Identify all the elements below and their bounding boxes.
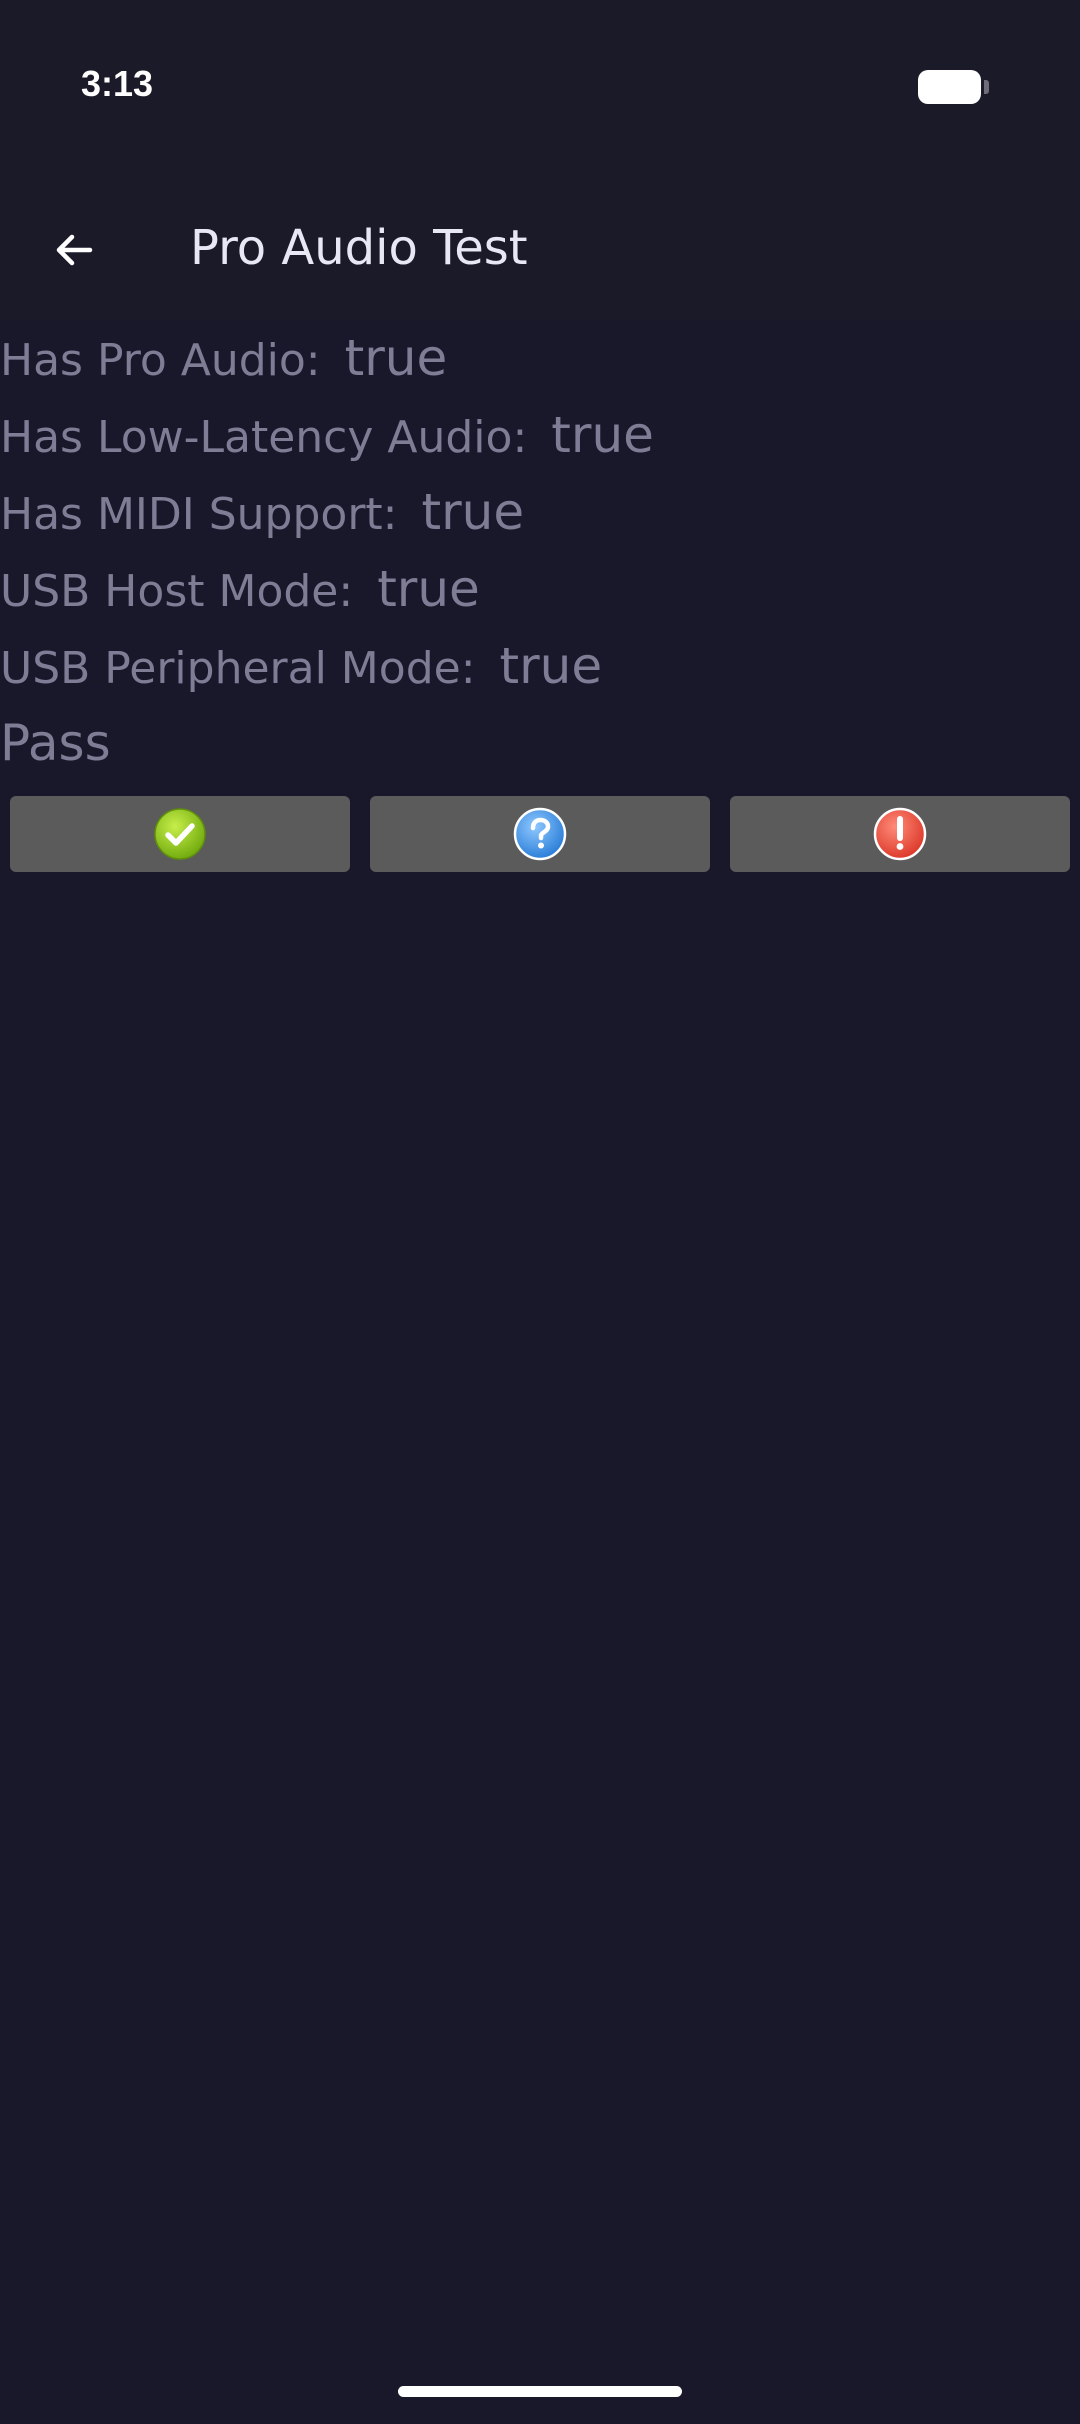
arrow-left-icon <box>56 234 93 266</box>
result-button-row <box>0 796 1080 872</box>
info-value: true <box>499 637 603 695</box>
test-results: Has Pro Audio: true Has Low-Latency Audio… <box>0 320 1080 782</box>
exclamation-icon <box>873 807 927 861</box>
status-time: 3:13 <box>81 63 154 104</box>
home-indicator[interactable] <box>398 2386 682 2397</box>
info-label: Has Pro Audio: <box>0 335 321 386</box>
back-button[interactable] <box>36 212 112 288</box>
result-status: Pass <box>0 714 111 772</box>
info-row-midi: Has MIDI Support: true <box>0 474 1080 551</box>
info-label: USB Peripheral Mode: <box>0 643 476 694</box>
info-button[interactable] <box>370 796 710 872</box>
info-row-pro-audio: Has Pro Audio: true <box>0 320 1080 397</box>
info-value: true <box>344 329 448 387</box>
battery-icon <box>918 70 981 104</box>
info-row-usb-peripheral: USB Peripheral Mode: true <box>0 628 1080 705</box>
info-value: true <box>421 483 525 541</box>
fail-button[interactable] <box>730 796 1070 872</box>
screen: 3:13 Pro Audio Test Has Pro Audio: true H… <box>0 0 1080 2424</box>
info-label: Has MIDI Support: <box>0 489 398 540</box>
pass-button[interactable] <box>10 796 350 872</box>
info-label: Has Low-Latency Audio: <box>0 412 528 463</box>
info-value: true <box>377 560 480 618</box>
info-label: USB Host Mode: <box>0 566 354 617</box>
info-value: true <box>551 406 654 464</box>
info-row-low-latency: Has Low-Latency Audio: true <box>0 397 1080 474</box>
status-bar: 3:13 <box>0 0 1080 180</box>
check-icon <box>154 808 206 860</box>
info-row-usb-host: USB Host Mode: true <box>0 551 1080 628</box>
question-icon <box>513 807 567 861</box>
battery-cap <box>984 80 989 94</box>
app-bar: Pro Audio Test <box>0 180 1080 320</box>
page-title: Pro Audio Test <box>190 220 528 276</box>
